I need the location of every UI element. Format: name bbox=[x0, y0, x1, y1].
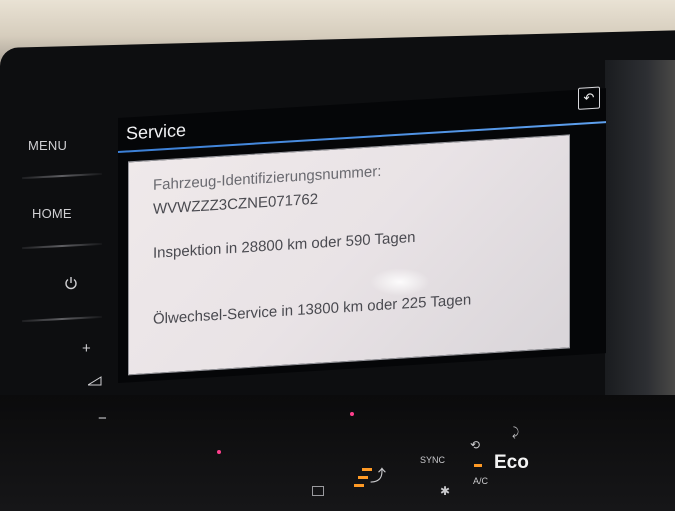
ac-button[interactable]: A/C bbox=[473, 476, 488, 486]
ac-led bbox=[474, 464, 482, 467]
service-info-panel: Fahrzeug-Identifizierungsnummer: WVWZZZ3… bbox=[128, 134, 570, 376]
screen-reflection bbox=[370, 268, 430, 296]
volume-down-button[interactable]: − bbox=[98, 410, 107, 427]
page-title: Service bbox=[126, 119, 187, 144]
back-button[interactable]: ↶ bbox=[578, 86, 600, 110]
eco-button[interactable]: Eco bbox=[494, 452, 529, 474]
vin-label: Fahrzeug-Identifizierungsnummer: bbox=[153, 162, 382, 194]
vin-value: WVWZZZ3CZNE071762 bbox=[153, 190, 319, 218]
seat-heat-icon[interactable]: ⤴ bbox=[370, 462, 386, 486]
rear-defrost-icon[interactable] bbox=[312, 486, 324, 496]
oil-service-status: Ölwechsel-Service in 13800 km oder 225 T… bbox=[153, 291, 472, 328]
volume-up-button[interactable]: + bbox=[82, 340, 91, 357]
menu-button[interactable]: MENU bbox=[28, 138, 67, 153]
status-led bbox=[217, 450, 221, 454]
back-arrow-icon: ↶ bbox=[583, 89, 595, 106]
airflow-icon[interactable]: ⤸ bbox=[512, 425, 519, 440]
power-button[interactable] bbox=[64, 276, 80, 292]
volume-icon bbox=[86, 376, 102, 386]
inspection-status: Inspektion in 28800 km oder 590 Tagen bbox=[153, 228, 416, 262]
status-led bbox=[350, 412, 354, 416]
seat-heat-led bbox=[358, 476, 368, 479]
power-icon bbox=[65, 277, 77, 290]
seat-heat-led bbox=[354, 484, 364, 487]
fan-icon[interactable]: ✱ bbox=[440, 484, 450, 498]
volume-indicator bbox=[86, 374, 102, 389]
recirculation-icon[interactable]: ⟲ bbox=[470, 438, 480, 452]
sync-button[interactable]: SYNC bbox=[420, 455, 445, 465]
infotainment-screen: Service ↶ Fahrzeug-Identifizierungsnumme… bbox=[118, 86, 606, 383]
home-button[interactable]: HOME bbox=[32, 206, 72, 221]
